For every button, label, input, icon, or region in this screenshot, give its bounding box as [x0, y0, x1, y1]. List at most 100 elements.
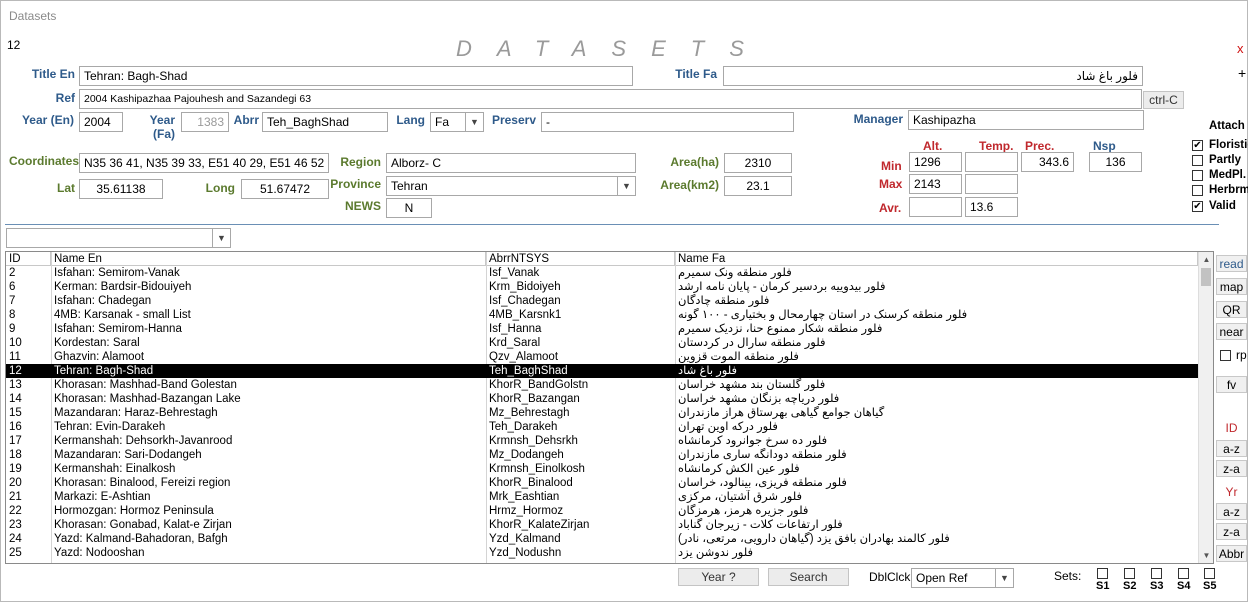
- table-row[interactable]: 19 Kermanshah: Einalkosh Krmnsh_Einolkosh ف…: [6, 462, 1198, 476]
- cell-name-fa: فلور منطقه چادگان: [678, 295, 770, 307]
- avr-temp-field[interactable]: 13.6: [965, 197, 1018, 217]
- filter-select[interactable]: ▼: [6, 228, 231, 248]
- s1-checkbox[interactable]: [1097, 568, 1108, 579]
- year-en-field[interactable]: 2004: [79, 112, 123, 132]
- id-sort-label: ID: [1225, 421, 1238, 435]
- table-row[interactable]: 12 Tehran: Bagh-Shad Teh_BaghShad فلور باغ …: [6, 364, 1198, 378]
- table-row[interactable]: 14 Khorasan: Mashhad-Bazangan Lake KhorR_B…: [6, 392, 1198, 406]
- cell-name-fa: فلور منطقه سارال در کردستان: [678, 337, 826, 349]
- medpl-checkbox[interactable]: [1192, 170, 1203, 181]
- min-prec-field[interactable]: 343.6: [1021, 152, 1074, 172]
- s2-checkbox[interactable]: [1124, 568, 1135, 579]
- table-row[interactable]: 15 Mazandaran: Haraz-Behrestagh Mz_Behrest…: [6, 406, 1198, 420]
- id-sort-asc-button[interactable]: a-z: [1216, 440, 1247, 457]
- cell-name-fa: فلور دریاچه بزنگان مشهد خراسان: [678, 393, 840, 405]
- qr-button[interactable]: QR: [1216, 301, 1247, 318]
- add-record-icon[interactable]: +: [1238, 65, 1246, 81]
- table-row[interactable]: 24 Yazd: Kalmand-Bahadoran, Bafgh Yzd_Kalm…: [6, 532, 1198, 546]
- min-temp-field[interactable]: [965, 152, 1018, 172]
- title-en-field[interactable]: Tehran: Bagh-Shad: [79, 66, 633, 86]
- scroll-thumb[interactable]: [1201, 268, 1211, 286]
- ref-field[interactable]: 2004 Kashipazhaa Pajouhesh and Sazandegi…: [79, 89, 1142, 109]
- table-scrollbar[interactable]: ▲ ▼: [1198, 252, 1213, 563]
- read-button[interactable]: read: [1216, 255, 1247, 272]
- coordinates-field[interactable]: N35 36 41, N35 39 33, E51 40 29, E51 46 …: [79, 153, 329, 173]
- valid-checkbox[interactable]: ✔: [1192, 201, 1203, 212]
- avr-label: Avr.: [879, 201, 902, 215]
- column-name-fa[interactable]: Name Fa: [675, 252, 1198, 266]
- long-field[interactable]: 51.67472: [241, 179, 329, 199]
- year-en-label: Year (En): [21, 113, 74, 127]
- lat-field[interactable]: 35.61138: [79, 179, 163, 199]
- floristic-checkbox[interactable]: ✔: [1192, 140, 1203, 151]
- chevron-down-icon[interactable]: ▼: [617, 177, 635, 195]
- scroll-down-icon[interactable]: ▼: [1199, 548, 1213, 563]
- min-alt-field[interactable]: 1296: [909, 152, 962, 172]
- province-label: Province: [330, 177, 381, 191]
- s4-checkbox[interactable]: [1178, 568, 1189, 579]
- table-row[interactable]: 21 Markazi: E-Ashtian Mrk_Eashtian فلور شرق…: [6, 490, 1198, 504]
- herbrm-checkbox[interactable]: [1192, 185, 1203, 196]
- chevron-down-icon[interactable]: ▼: [465, 113, 483, 131]
- preserv-field[interactable]: -: [541, 112, 794, 132]
- table-row[interactable]: 2 Isfahan: Semirom-Vanak Isf_Vanak فلور منط…: [6, 266, 1198, 280]
- yr-sort-asc-button[interactable]: a-z: [1216, 503, 1247, 520]
- area-km2-field[interactable]: 23.1: [724, 176, 792, 196]
- area-km2-label: Area(km2): [660, 178, 719, 192]
- area-ha-field[interactable]: 2310: [724, 153, 792, 173]
- fv-button[interactable]: fv: [1216, 376, 1247, 393]
- map-button[interactable]: map: [1216, 278, 1247, 295]
- manager-field[interactable]: Kashipazha: [908, 110, 1144, 130]
- region-field[interactable]: Alborz- C: [386, 153, 636, 173]
- area-ha-label: Area(ha): [670, 155, 719, 169]
- lang-select[interactable]: Fa ▼: [430, 112, 484, 132]
- max-temp-field[interactable]: [965, 174, 1018, 194]
- cell-id: 12: [9, 365, 22, 377]
- abbr-sort-button[interactable]: Abbr: [1216, 545, 1247, 562]
- max-alt-field[interactable]: 2143: [909, 174, 962, 194]
- scroll-up-icon[interactable]: ▲: [1199, 252, 1213, 267]
- column-name-en[interactable]: Name En: [51, 252, 486, 266]
- column-id[interactable]: ID: [6, 252, 51, 266]
- table-row[interactable]: 22 Hormozgan: Hormoz Peninsula Hrmz_Hormoz…: [6, 504, 1198, 518]
- chevron-down-icon[interactable]: ▼: [995, 569, 1013, 587]
- table-row[interactable]: 13 Khorasan: Mashhad-Band Golestan KhorR_B…: [6, 378, 1198, 392]
- news-field[interactable]: N: [386, 198, 432, 218]
- close-icon[interactable]: x: [1237, 41, 1244, 56]
- abrr-field[interactable]: Teh_BaghShad: [262, 112, 388, 132]
- table-row[interactable]: 9 Isfahan: Semirom-Hanna Isf_Hanna فلور منط…: [6, 322, 1198, 336]
- table-row[interactable]: 7 Isfahan: Chadegan Isf_Chadegan فلور منطقه…: [6, 294, 1198, 308]
- s3-checkbox[interactable]: [1151, 568, 1162, 579]
- cell-name-en: Yazd: Kalmand-Bahadoran, Bafgh: [54, 533, 228, 545]
- cell-name-en: Hormozgan: Hormoz Peninsula: [54, 505, 214, 517]
- table-row[interactable]: 16 Tehran: Evin-Darakeh Teh_Darakeh فلور در…: [6, 420, 1198, 434]
- table-row[interactable]: 8 4MB: Karsanak - small List 4MB_Karsnk1 فل…: [6, 308, 1198, 322]
- table-row[interactable]: 10 Kordestan: Saral Krd_Saral فلور منطقه سا…: [6, 336, 1198, 350]
- partly-checkbox[interactable]: [1192, 155, 1203, 166]
- year-query-button[interactable]: Year ?: [678, 568, 759, 586]
- table-row[interactable]: 6 Kerman: Bardsir-Bidouiyeh Krm_Bidoiyeh فل…: [6, 280, 1198, 294]
- id-sort-desc-button[interactable]: z-a: [1216, 460, 1247, 477]
- dblclick-select[interactable]: Open Ref ▼: [911, 568, 1014, 588]
- s5-checkbox[interactable]: [1204, 568, 1215, 579]
- cell-abrr: KhorR_KalateZirjan: [489, 519, 590, 531]
- table-row[interactable]: 20 Khorasan: Binalood, Fereizi region Khor…: [6, 476, 1198, 490]
- search-button[interactable]: Search: [768, 568, 849, 586]
- nsp-field[interactable]: 136: [1089, 152, 1142, 172]
- table-row[interactable]: 23 Khorasan: Gonabad, Kalat-e Zirjan KhorR…: [6, 518, 1198, 532]
- near-button[interactable]: near: [1216, 323, 1247, 340]
- cell-name-en: Markazi: E-Ashtian: [54, 491, 151, 503]
- title-fa-field[interactable]: فلور باغ شاد: [723, 66, 1143, 86]
- rp-checkbox[interactable]: [1220, 350, 1231, 361]
- table-row[interactable]: 17 Kermanshah: Dehsorkh-Javanrood Krmnsh_D…: [6, 434, 1198, 448]
- ctrl-c-button[interactable]: ctrl-C: [1143, 91, 1184, 109]
- province-select[interactable]: Tehran ▼: [386, 176, 636, 196]
- avr-alt-field[interactable]: [909, 197, 962, 217]
- table-row[interactable]: 11 Ghazvin: Alamoot Qzv_Alamoot فلور منطقه …: [6, 350, 1198, 364]
- chevron-down-icon[interactable]: ▼: [212, 229, 230, 247]
- table-row[interactable]: 25 Yazd: Nodooshan Yzd_Nodushn فلور ندوشن ی…: [6, 546, 1198, 560]
- yr-sort-desc-button[interactable]: z-a: [1216, 523, 1247, 540]
- table-row[interactable]: 18 Mazandaran: Sari-Dodangeh Mz_Dodangeh فل…: [6, 448, 1198, 462]
- column-abrr[interactable]: AbrrNTSYS: [486, 252, 675, 266]
- year-fa-field[interactable]: 1383: [181, 112, 229, 132]
